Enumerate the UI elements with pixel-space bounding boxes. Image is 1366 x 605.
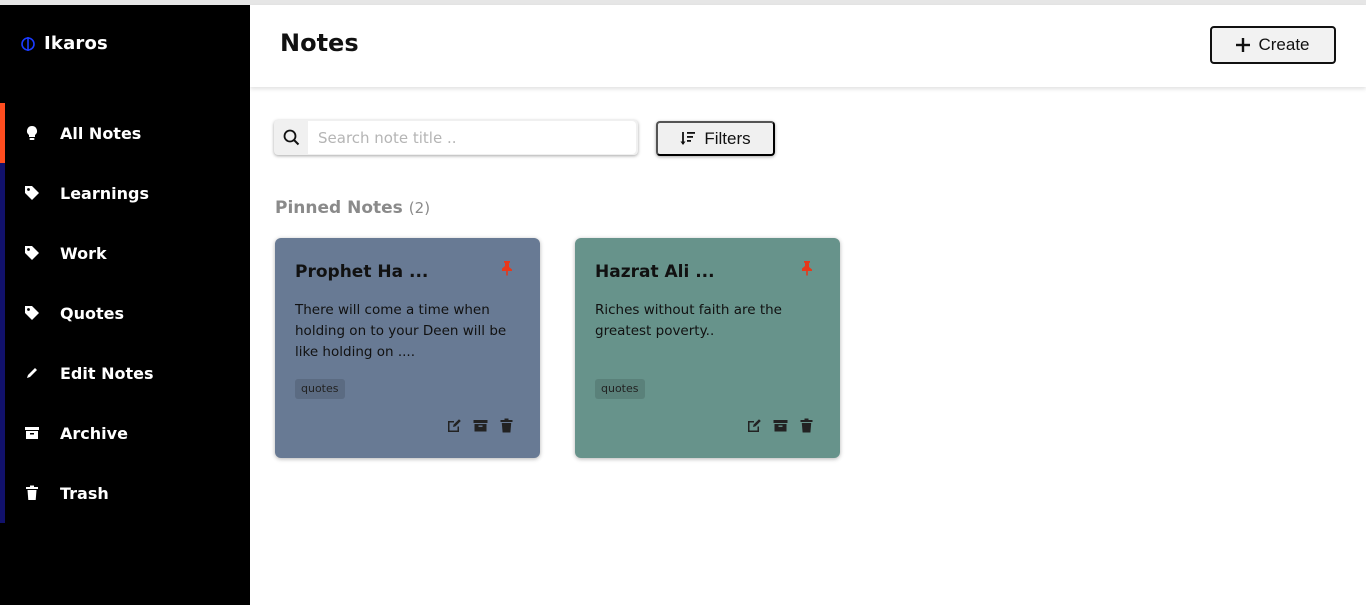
plus-icon <box>1236 38 1251 52</box>
main-content: Notes Create Filters Pinned Notes (2) Pr… <box>250 5 1366 605</box>
edit-icon[interactable] <box>447 418 462 433</box>
sidebar-item-quotes[interactable]: Quotes <box>0 283 250 343</box>
lightbulb-icon <box>24 125 40 141</box>
note-title: Prophet Ha ... <box>295 262 429 282</box>
sidebar-item-label: Work <box>60 243 107 263</box>
sidebar-item-label: Quotes <box>60 303 125 323</box>
delete-icon[interactable] <box>499 418 514 433</box>
pinned-notes-heading: Pinned Notes (2) <box>275 198 430 218</box>
tag-icon <box>24 245 40 261</box>
sidebar-item-edit-notes[interactable]: Edit Notes <box>0 343 250 403</box>
archive-icon <box>24 425 40 441</box>
trash-icon <box>24 485 40 501</box>
pin-icon[interactable] <box>500 260 514 276</box>
note-tag[interactable]: quotes <box>595 379 645 399</box>
archive-icon[interactable] <box>773 418 788 433</box>
note-card[interactable]: Hazrat Ali ... Riches without faith are … <box>575 238 840 458</box>
sidebar-item-label: Learnings <box>60 183 149 203</box>
filters-button-label: Filters <box>704 128 751 148</box>
sidebar-item-label: Archive <box>60 423 128 443</box>
note-body: There will come a time when holding on t… <box>295 302 507 360</box>
page-header: Notes Create <box>250 5 1366 87</box>
brand-logo-icon <box>21 36 35 51</box>
sidebar-item-label: Trash <box>60 483 109 503</box>
sidebar-item-archive[interactable]: Archive <box>0 403 250 463</box>
sidebar-item-label: Edit Notes <box>60 363 154 383</box>
sidebar-item-label: All Notes <box>60 123 142 143</box>
search-input[interactable] <box>308 121 636 154</box>
note-tag[interactable]: quotes <box>295 379 345 399</box>
create-button-label: Create <box>1258 35 1310 54</box>
note-card[interactable]: Prophet Ha ... There will come a time wh… <box>275 238 540 458</box>
edit-icon[interactable] <box>747 418 762 433</box>
brand-name: Ikaros <box>44 33 108 54</box>
tag-icon <box>24 305 40 321</box>
sidebar-item-learnings[interactable]: Learnings <box>0 163 250 223</box>
pin-icon[interactable] <box>800 260 814 276</box>
search-icon[interactable] <box>274 120 308 155</box>
delete-icon[interactable] <box>799 418 814 433</box>
pinned-notes-label: Pinned Notes <box>275 198 403 218</box>
sidebar-nav: All Notes Learnings Work Quotes Edit Not… <box>0 103 250 523</box>
filters-button[interactable]: Filters <box>656 121 775 156</box>
brand[interactable]: Ikaros <box>20 33 108 54</box>
create-button[interactable]: Create <box>1210 26 1336 64</box>
pencil-icon <box>24 365 40 381</box>
tag-icon <box>24 185 40 201</box>
search-box <box>274 120 638 155</box>
sidebar-item-all-notes[interactable]: All Notes <box>0 103 250 163</box>
sort-icon <box>680 132 696 145</box>
note-body: Riches without faith are the greatest po… <box>595 302 782 339</box>
sidebar-item-work[interactable]: Work <box>0 223 250 283</box>
archive-icon[interactable] <box>473 418 488 433</box>
pinned-notes-count: (2) <box>408 199 431 217</box>
note-title: Hazrat Ali ... <box>595 262 715 282</box>
note-actions <box>447 418 514 433</box>
note-actions <box>747 418 814 433</box>
sidebar: Ikaros All Notes Learnings Work Quotes E… <box>0 5 250 605</box>
sidebar-item-trash[interactable]: Trash <box>0 463 250 523</box>
page-title: Notes <box>280 29 359 57</box>
